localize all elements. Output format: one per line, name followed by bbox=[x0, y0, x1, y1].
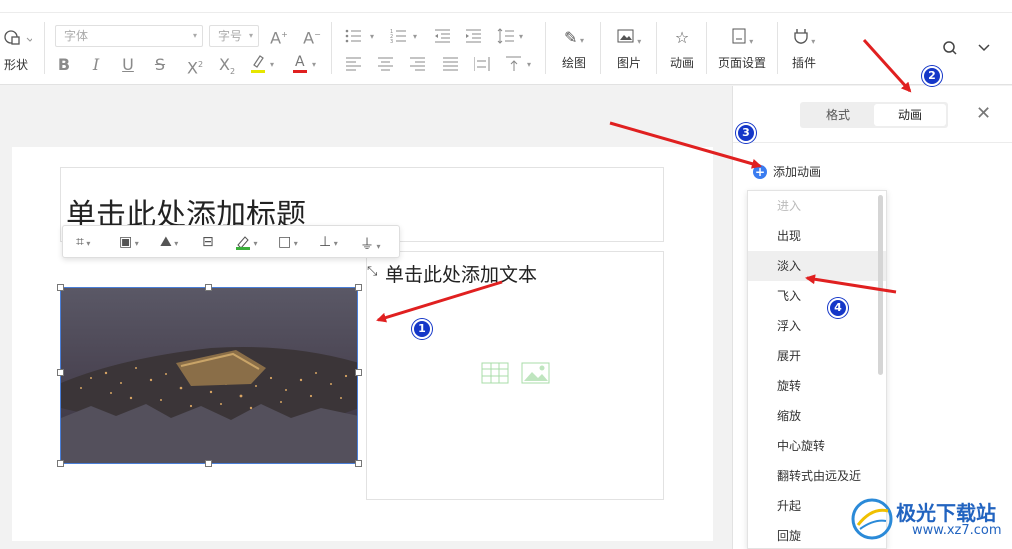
annotation-arrows bbox=[376, 38, 912, 323]
step-badge-2: 2 bbox=[922, 66, 942, 86]
step-badge-4: 4 bbox=[828, 298, 848, 318]
watermark-logo bbox=[851, 498, 893, 540]
arrow-to-fade-in bbox=[805, 274, 897, 294]
step-badge-1: 1 bbox=[412, 319, 432, 339]
arrow-to-picture bbox=[376, 280, 503, 323]
site-watermark: 极光下载站 www.xz7.com bbox=[850, 495, 1010, 545]
watermark-url: www.xz7.com bbox=[912, 523, 1002, 538]
arrow-to-animation-tab bbox=[862, 38, 912, 93]
watermark-name: 极光下载站 bbox=[896, 501, 996, 525]
step-badge-3: 3 bbox=[736, 123, 756, 143]
